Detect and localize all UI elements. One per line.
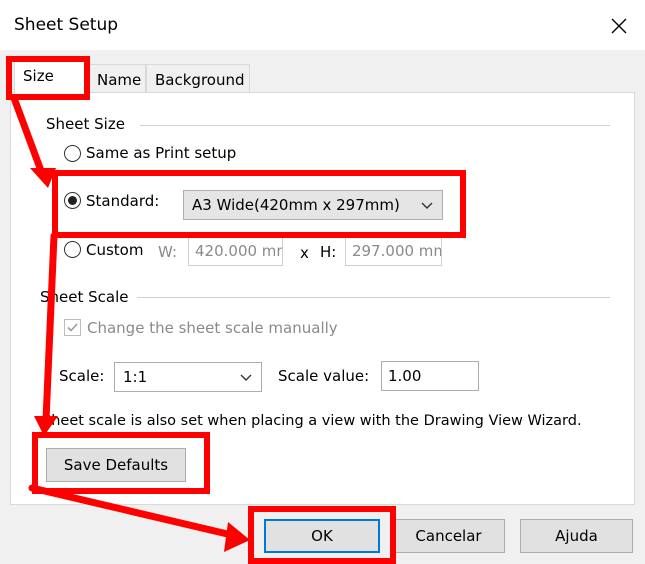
scale-label: Scale: <box>59 367 105 385</box>
close-icon <box>611 18 627 34</box>
manual-scale-label[interactable]: Change the sheet scale manually <box>87 319 338 337</box>
ok-button[interactable]: OK <box>264 519 380 553</box>
radio-standard-label[interactable]: Standard: <box>86 192 159 210</box>
close-button[interactable] <box>600 8 638 44</box>
tab-name[interactable]: Name <box>88 64 146 92</box>
tab-size[interactable]: Size <box>14 60 88 94</box>
tab-size-label: Size <box>23 67 54 85</box>
standard-size-value: A3 Wide(420mm x 297mm) <box>192 196 400 214</box>
checkmark-icon <box>67 323 78 332</box>
chevron-down-icon <box>421 202 433 209</box>
tab-name-label: Name <box>97 71 142 89</box>
radio-custom-label[interactable]: Custom <box>86 241 143 259</box>
standard-size-select[interactable]: A3 Wide(420mm x 297mm) <box>183 190 443 220</box>
ok-label: OK <box>311 527 333 545</box>
cancel-button[interactable]: Cancelar <box>392 519 505 553</box>
scale-note: Sheet scale is also set when placing a v… <box>42 413 582 429</box>
tab-background-label: Background <box>155 71 245 89</box>
sheet-scale-group-line <box>135 297 610 298</box>
scale-value-input[interactable]: 1.00 <box>381 361 479 391</box>
scale-value-label: Scale value: <box>278 367 370 385</box>
scale-select[interactable]: 1:1 <box>114 362 262 392</box>
width-label: W: <box>158 243 178 261</box>
arrowhead-ok <box>224 522 250 552</box>
tab-background[interactable]: Background <box>146 64 250 92</box>
help-button[interactable]: Ajuda <box>520 519 633 553</box>
times-label: x <box>300 244 309 262</box>
window-title: Sheet Setup <box>14 15 119 35</box>
height-field[interactable]: 297.000 mm <box>345 236 442 266</box>
help-label: Ajuda <box>555 527 598 545</box>
radio-same-as-print-label[interactable]: Same as Print setup <box>86 144 236 162</box>
sheet-size-group-line <box>140 125 610 126</box>
height-label: H: <box>320 243 337 261</box>
radio-same-as-print[interactable] <box>64 145 81 162</box>
chevron-down-icon <box>240 374 252 381</box>
scale-select-value: 1:1 <box>123 368 148 386</box>
width-field[interactable]: 420.000 mm <box>188 236 283 266</box>
manual-scale-checkbox[interactable] <box>64 319 81 336</box>
cancel-label: Cancelar <box>415 527 482 545</box>
title-bar: Sheet Setup <box>0 0 645 50</box>
radio-standard[interactable] <box>64 192 81 209</box>
sheet-size-group-title: Sheet Size <box>46 115 133 133</box>
save-defaults-button[interactable]: Save Defaults <box>46 448 186 482</box>
radio-custom[interactable] <box>64 241 81 258</box>
save-defaults-label: Save Defaults <box>63 456 169 474</box>
sheet-scale-group-title: Sheet Scale <box>40 288 137 306</box>
